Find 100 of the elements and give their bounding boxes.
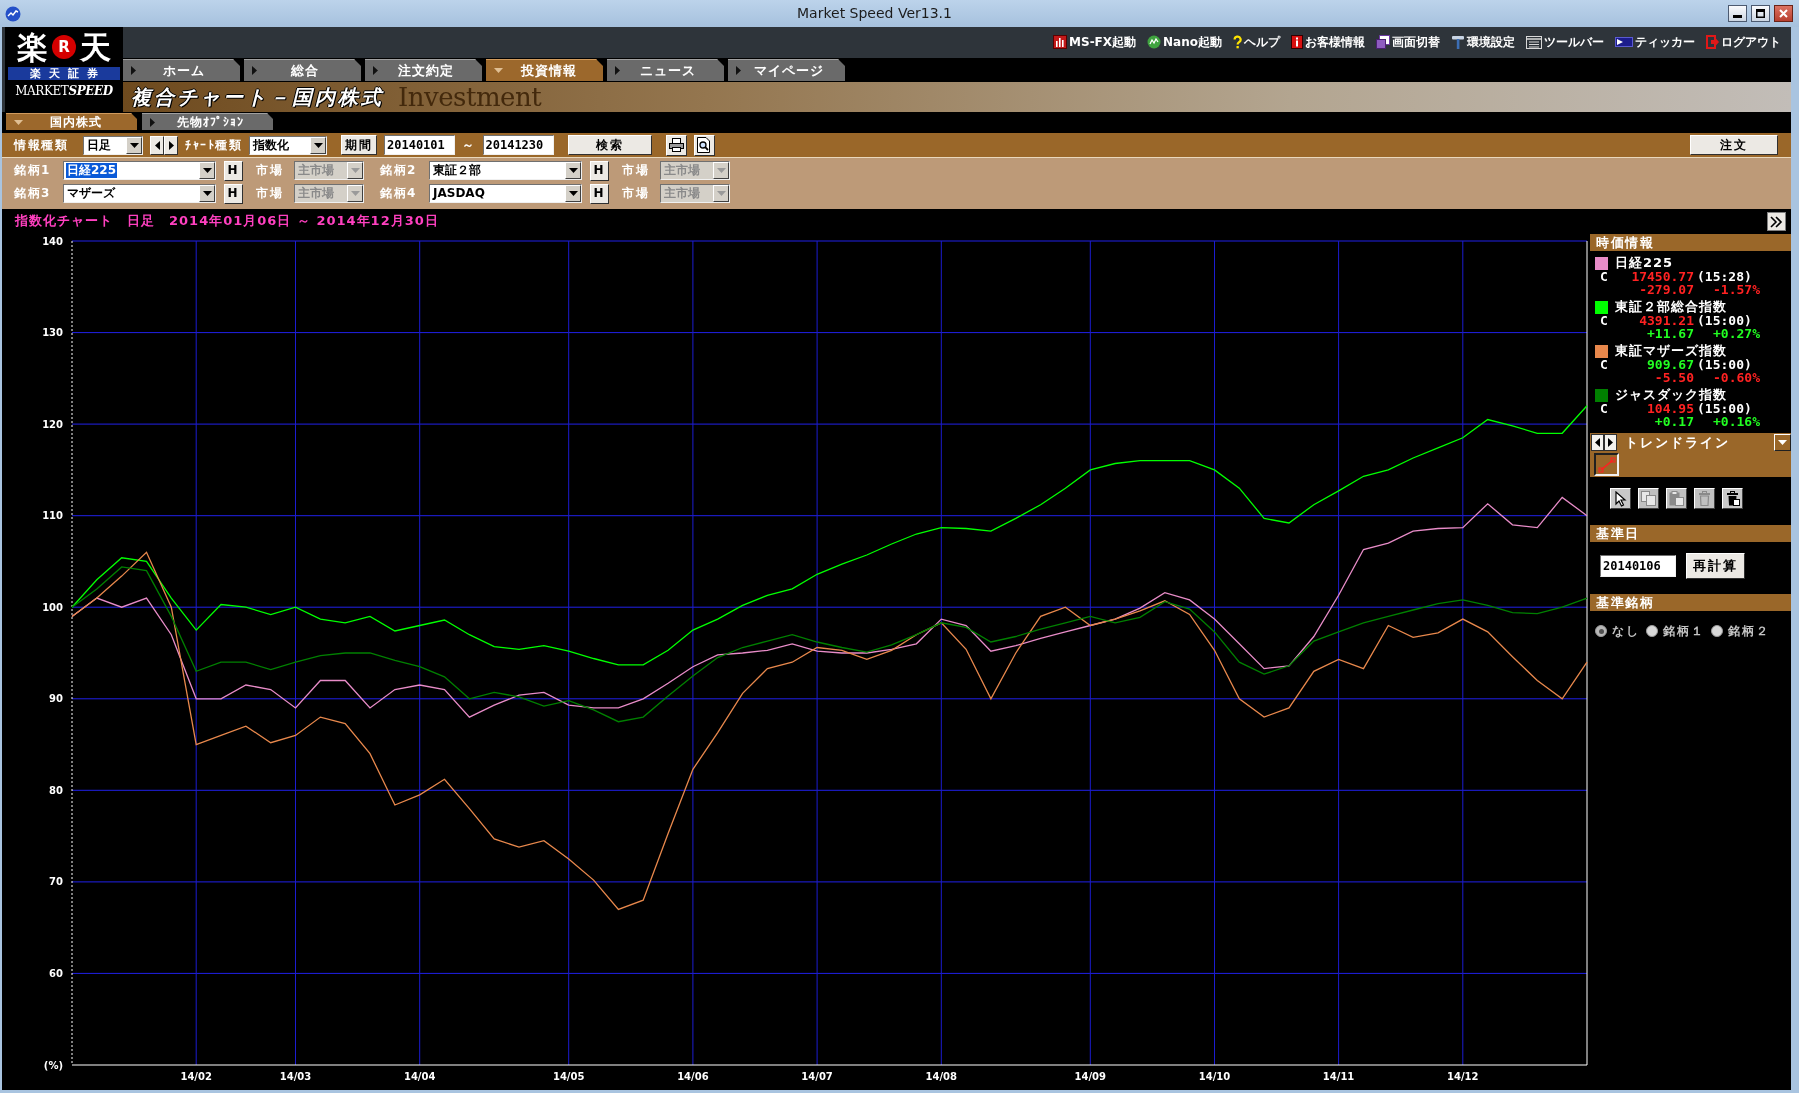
h-button[interactable]: H — [590, 160, 609, 181]
bar-chart-icon — [1053, 35, 1068, 50]
caret-right-icon — [736, 66, 741, 75]
nav-tab[interactable]: 先物ｵﾌﾟｼｮﾝ — [142, 113, 273, 130]
trash-icon — [1698, 491, 1711, 506]
caret-right-icon — [150, 117, 155, 127]
preview-icon — [697, 137, 711, 153]
tool-button[interactable] — [1722, 488, 1743, 509]
radio-label: なし — [1612, 624, 1640, 639]
chart-type-dropdown[interactable]: 指数化 — [249, 135, 327, 155]
symbol-dropdown[interactable]: JASDAQ — [429, 184, 582, 203]
search-button[interactable]: 検索 — [567, 135, 652, 155]
date-field[interactable]: 20140106 — [1600, 555, 1676, 577]
nav-tab[interactable]: 注文約定 — [365, 59, 482, 81]
field-label: 情報種類 — [14, 137, 68, 153]
preview-button[interactable] — [693, 134, 715, 156]
help-icon — [1233, 35, 1242, 50]
caret-down-icon — [1778, 440, 1787, 445]
date-field[interactable]: 20141230 — [482, 135, 554, 155]
list-window-icon — [1526, 36, 1542, 49]
quote-price: 909.67 — [1646, 359, 1694, 372]
axis-tick-label: 14/11 — [1322, 1071, 1355, 1082]
trash-icon — [1725, 491, 1740, 506]
brand-logo: 楽 R 天 楽天証券 MARKETSPEED — [5, 27, 123, 112]
h-button[interactable]: H — [590, 183, 609, 204]
caret-left-icon — [1595, 438, 1600, 447]
quote-time: (15:28) — [1696, 271, 1753, 284]
menu-link[interactable]: Nano起動 — [1147, 35, 1222, 50]
menu-link[interactable]: 画面切替 — [1376, 35, 1440, 50]
recalculate-button[interactable]: 再計算 — [1686, 553, 1745, 579]
field-label: 市場 — [256, 186, 284, 201]
quote-status-label: C — [1599, 403, 1609, 416]
quote-change-percent: +0.16% — [1713, 415, 1760, 428]
radio-button[interactable] — [1711, 625, 1723, 638]
field-label: 市場 — [622, 163, 650, 178]
h-button[interactable]: H — [224, 160, 243, 181]
maximize-button[interactable] — [1751, 5, 1770, 22]
menu-link[interactable]: ログアウト — [1706, 35, 1781, 50]
previous-button[interactable] — [1591, 434, 1604, 451]
quote-status-label: C — [1599, 359, 1609, 372]
symbol-dropdown[interactable]: 東証２部 — [429, 161, 582, 180]
axis-tick-label: 80 — [49, 784, 63, 796]
trendline-icon — [1597, 456, 1616, 473]
printer-icon — [668, 138, 684, 152]
field-label: 市場 — [256, 163, 284, 178]
caret-right-icon — [1608, 438, 1613, 447]
nav-tab[interactable]: 国内株式 — [6, 113, 137, 130]
quote-time: (15:00) — [1696, 359, 1752, 372]
quote-time: (15:00) — [1696, 403, 1752, 416]
axis-tick-label: 14/09 — [1074, 1071, 1107, 1082]
caret-down-icon — [313, 142, 323, 148]
caret-right-icon — [131, 66, 136, 75]
minimize-button[interactable] — [1728, 5, 1747, 22]
nav-tab[interactable]: ニュース — [607, 59, 724, 81]
date-field[interactable]: 20140101 — [384, 135, 455, 155]
field-label: ﾁｬｰﾄ種類 — [185, 137, 242, 153]
menu-link[interactable]: ティッカー — [1615, 35, 1695, 50]
tool-button[interactable] — [1610, 488, 1631, 509]
h-button[interactable]: H — [224, 183, 243, 204]
axis-tick-label: 100 — [42, 601, 63, 613]
quote-status-label: C — [1599, 315, 1609, 328]
trendline-tool-button[interactable] — [1594, 453, 1619, 476]
axis-tick-label: 14/03 — [279, 1071, 312, 1082]
caret-right-icon — [615, 66, 620, 75]
axis-title: (%) — [43, 1059, 63, 1071]
menu-link[interactable]: ヘルプ — [1233, 35, 1280, 50]
symbol-dropdown[interactable]: 日経225 — [63, 161, 216, 180]
field-label: 市場 — [622, 186, 650, 201]
quote-status-label: C — [1599, 271, 1609, 284]
nav-tab[interactable]: マイページ — [728, 59, 845, 81]
axis-tick-label: 14/07 — [801, 1071, 833, 1082]
period-button[interactable]: 期間 — [341, 135, 377, 155]
menu-link[interactable]: ツールバー — [1526, 35, 1604, 50]
quote-price: 4391.21 — [1638, 315, 1694, 328]
dropdown-button[interactable] — [1774, 434, 1791, 451]
stacked-windows-icon — [1376, 35, 1390, 50]
axis-tick-label: 14/10 — [1198, 1071, 1231, 1082]
order-button[interactable]: 注文 — [1690, 135, 1778, 155]
menu-link[interactable]: お客様情報 — [1291, 35, 1365, 50]
nav-tab[interactable]: 総合 — [244, 59, 361, 81]
print-button[interactable] — [665, 134, 687, 156]
quote-name: 日経225 — [1615, 255, 1674, 271]
quote-price: 17450.77 — [1630, 271, 1694, 284]
expand-button[interactable] — [1767, 212, 1786, 231]
close-button[interactable] — [1774, 5, 1793, 22]
menu-link[interactable]: 環境設定 — [1451, 35, 1515, 50]
cursor-icon — [1614, 490, 1627, 507]
next-button[interactable] — [1604, 434, 1617, 451]
menu-link[interactable]: MS-FX起動 — [1053, 35, 1137, 50]
quote-change: -279.07 — [1638, 283, 1694, 296]
symbol-dropdown[interactable]: マザーズ — [63, 184, 216, 203]
field-label: 銘柄4 — [380, 186, 418, 201]
interval-dropdown[interactable]: 日足 — [83, 135, 143, 155]
radio-button[interactable] — [1646, 625, 1658, 638]
nav-tab[interactable]: ホーム — [123, 59, 240, 81]
caret-down-icon — [202, 168, 212, 173]
axis-tick-label: 90 — [49, 693, 63, 705]
radio-button[interactable] — [1595, 625, 1607, 638]
caret-down-icon — [202, 191, 212, 196]
nav-tab[interactable]: 投資情報 — [486, 59, 603, 81]
